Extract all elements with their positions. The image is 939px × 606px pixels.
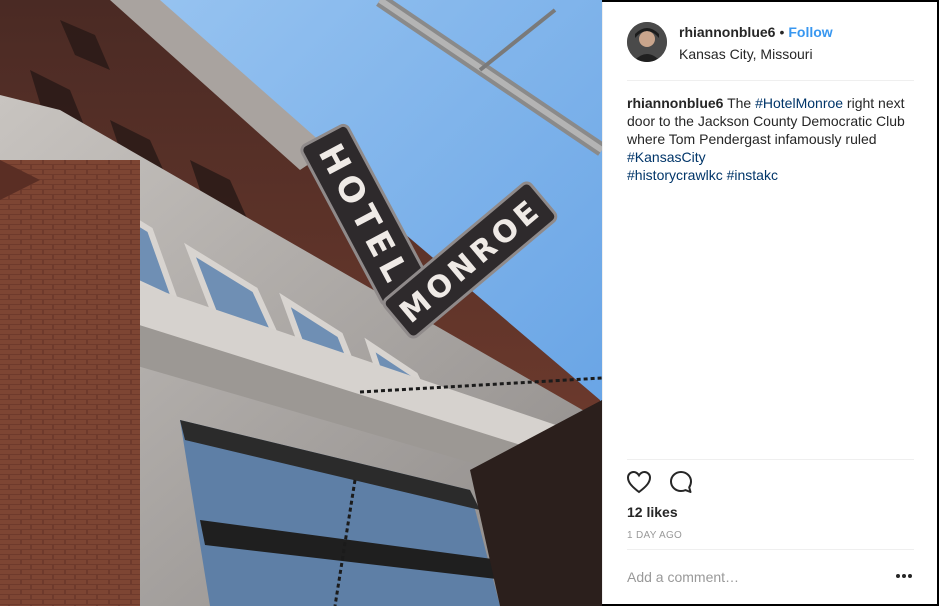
comment-divider <box>627 549 914 550</box>
avatar[interactable] <box>627 22 667 62</box>
comment-input[interactable] <box>627 566 877 588</box>
comment-bar <box>627 562 914 592</box>
post-photo[interactable]: HOTEL MONROE <box>0 0 602 606</box>
hashtag-hotelmonroe[interactable]: #HotelMonroe <box>755 95 843 111</box>
post-actions <box>625 468 695 498</box>
avatar-image <box>627 22 667 62</box>
actions-divider <box>627 459 914 460</box>
likes-count[interactable]: 12 likes <box>627 504 678 520</box>
caption-text-1: The <box>723 95 756 111</box>
post-header: rhiannonblue6 • Follow Kansas City, Missou… <box>603 2 938 80</box>
post-caption: rhiannonblue6 The #HotelMonroe right nex… <box>627 94 917 184</box>
hashtag-historycrawlkc[interactable]: #historycrawlkc <box>627 167 723 183</box>
header-divider <box>627 80 914 81</box>
location-link[interactable]: Kansas City, Missouri <box>679 46 813 62</box>
separator-dot: • <box>779 24 785 40</box>
post-side-panel: rhiannonblue6 • Follow Kansas City, Missou… <box>602 2 937 604</box>
follow-button[interactable]: Follow <box>788 24 832 40</box>
post-timestamp: 1 DAY AGO <box>627 530 683 541</box>
hashtag-instakc[interactable]: #instakc <box>727 167 778 183</box>
speech-bubble-icon[interactable] <box>667 468 695 496</box>
user-line: rhiannonblue6 • Follow <box>679 24 833 40</box>
hotel-photo-illustration: HOTEL MONROE <box>0 0 602 606</box>
hashtag-kansascity[interactable]: #KansasCity <box>627 149 706 165</box>
post-modal: HOTEL MONROE rhiannonblue6 • Follow Kans… <box>0 0 939 606</box>
heart-icon[interactable] <box>625 468 653 496</box>
more-options-icon[interactable] <box>894 566 914 586</box>
caption-username[interactable]: rhiannonblue6 <box>627 95 723 111</box>
username-link[interactable]: rhiannonblue6 <box>679 24 775 40</box>
